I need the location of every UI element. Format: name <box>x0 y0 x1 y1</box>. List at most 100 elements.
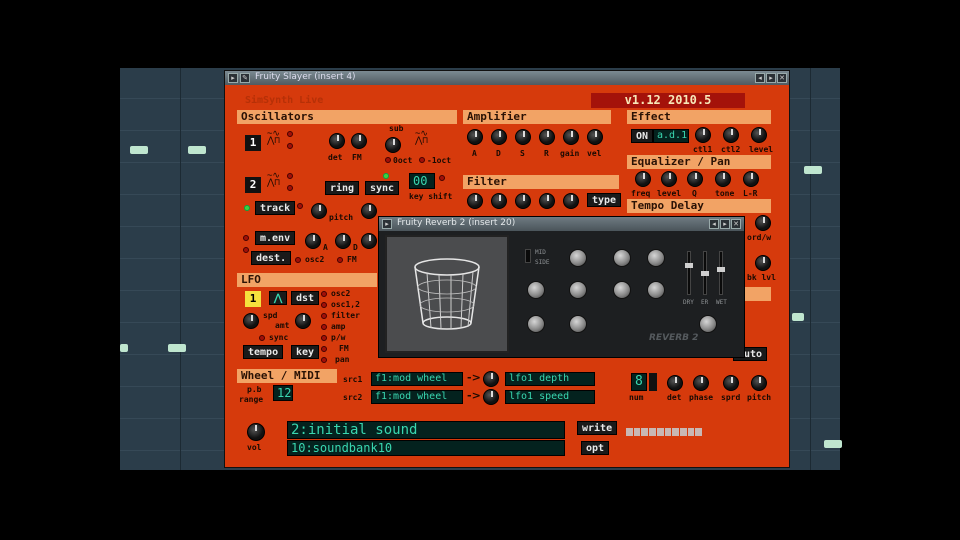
write-button[interactable]: write <box>577 421 618 435</box>
wet-slider[interactable] <box>719 251 723 295</box>
dry-slider-handle[interactable] <box>685 263 693 268</box>
menv-led[interactable] <box>243 235 249 241</box>
window-pin-icon[interactable]: ✎ <box>240 73 250 83</box>
reverb-knob[interactable] <box>527 315 545 333</box>
window-menu-icon[interactable]: ▸ <box>228 73 238 83</box>
menv-s-knob[interactable] <box>361 233 377 249</box>
filter-knob[interactable] <box>539 193 555 209</box>
sync-button[interactable]: sync <box>365 181 400 195</box>
reverb-next-icon[interactable]: ▸ <box>720 219 730 229</box>
sub-0oct-led[interactable] <box>385 157 391 163</box>
menv-led[interactable] <box>243 247 249 253</box>
lfo-key-button[interactable]: key <box>291 345 320 359</box>
note-block[interactable] <box>168 344 186 352</box>
window-titlebar[interactable]: ▸ ✎ Fruity Slayer (insert 4) ◂ ▸ ✕ <box>225 71 789 85</box>
amp-s-knob[interactable] <box>515 129 531 145</box>
lfo-dst-button[interactable]: dst <box>291 291 320 305</box>
lfo-spd-knob[interactable] <box>243 313 259 329</box>
ring-button[interactable]: ring <box>325 181 360 195</box>
lfo-target-led[interactable] <box>321 324 327 330</box>
dry-slider[interactable] <box>687 251 691 295</box>
lfo-tempo-button[interactable]: tempo <box>243 345 284 359</box>
osc2-number[interactable]: 2 <box>245 177 261 193</box>
opt-button[interactable]: opt <box>581 441 610 455</box>
filter-knob[interactable] <box>515 193 531 209</box>
dest-osc2-led[interactable] <box>295 257 301 263</box>
amp-gain-knob[interactable] <box>563 129 579 145</box>
reverb-output-knob[interactable] <box>699 315 717 333</box>
lfo-target-led[interactable] <box>321 291 327 297</box>
eq-pan-knob[interactable] <box>743 171 759 187</box>
unison-phase-knob[interactable] <box>693 375 709 391</box>
src2-select[interactable]: f1:mod wheel <box>371 390 463 404</box>
effect-type-select[interactable]: a.d.1 <box>653 129 689 143</box>
osc1-det-knob[interactable] <box>329 133 345 149</box>
er-slider-handle[interactable] <box>701 271 709 276</box>
reverb-prev-icon[interactable]: ◂ <box>709 219 719 229</box>
filter-type-button[interactable]: type <box>587 193 622 207</box>
osc2-led-b[interactable] <box>297 203 303 209</box>
mid-side-toggle[interactable] <box>525 249 531 263</box>
note-block[interactable] <box>792 313 804 321</box>
reverb-knob[interactable] <box>527 281 545 299</box>
dest-fm-led[interactable] <box>337 257 343 263</box>
reverb-knob[interactable] <box>613 281 631 299</box>
lfo-target-led[interactable] <box>321 335 327 341</box>
reverb-titlebar[interactable]: ▸ Fruity Reverb 2 (insert 20) ◂ ▸ ✕ <box>379 217 744 231</box>
key-shift-led[interactable] <box>383 173 389 179</box>
track-button[interactable]: track <box>255 201 296 215</box>
osc2-led[interactable] <box>287 173 293 179</box>
note-block[interactable] <box>804 166 822 174</box>
eq-tone-knob[interactable] <box>715 171 731 187</box>
menv-a-knob[interactable] <box>305 233 321 249</box>
effect-level-knob[interactable] <box>751 127 767 143</box>
track-led[interactable] <box>244 205 250 211</box>
reverb-knob[interactable] <box>569 249 587 267</box>
amp-r-knob[interactable] <box>539 129 555 145</box>
osc1-led[interactable] <box>287 143 293 149</box>
osc2-led[interactable] <box>287 185 293 191</box>
reverb-knob[interactable] <box>647 249 665 267</box>
unison-num-value[interactable]: 8 <box>631 373 647 391</box>
osc2-knob-b[interactable] <box>361 203 377 219</box>
lfo-amt-knob[interactable] <box>295 313 311 329</box>
unison-num-stepper[interactable] <box>649 373 657 391</box>
src2-target-select[interactable]: lfo1 speed <box>505 390 595 404</box>
note-block[interactable] <box>188 146 206 154</box>
reverb-close-icon[interactable]: ✕ <box>731 219 741 229</box>
osc2-pitch-knob[interactable] <box>311 203 327 219</box>
menv-d-knob[interactable] <box>335 233 351 249</box>
effect-ctl2-knob[interactable] <box>723 127 739 143</box>
unison-pitch-knob[interactable] <box>751 375 767 391</box>
unison-sprd-knob[interactable] <box>723 375 739 391</box>
dest-button[interactable]: dest. <box>251 251 292 265</box>
src1-select[interactable]: f1:mod wheel <box>371 372 463 386</box>
filter-knob[interactable] <box>491 193 507 209</box>
patch-name-display[interactable]: 2:initial sound <box>287 421 565 439</box>
key-shift-value[interactable]: 00 <box>409 173 435 189</box>
eq-q-knob[interactable] <box>687 171 703 187</box>
window-next-icon[interactable]: ▸ <box>766 73 776 83</box>
eq-level-knob[interactable] <box>661 171 677 187</box>
amp-a-knob[interactable] <box>467 129 483 145</box>
lfo-target-led[interactable] <box>321 346 327 352</box>
effect-on-button[interactable]: ON <box>631 129 654 143</box>
lfo-target-led[interactable] <box>321 302 327 308</box>
osc1-led[interactable] <box>287 131 293 137</box>
reverb-knob[interactable] <box>613 249 631 267</box>
osc1-number[interactable]: 1 <box>245 135 261 151</box>
lfo-target-led[interactable] <box>321 313 327 319</box>
sub-1oct-led[interactable] <box>419 157 425 163</box>
window-prev-icon[interactable]: ◂ <box>755 73 765 83</box>
lfo-sync-led[interactable] <box>259 335 265 341</box>
volume-knob[interactable] <box>247 423 265 441</box>
eq-freq-knob[interactable] <box>635 171 651 187</box>
sub-knob[interactable] <box>385 137 401 153</box>
unison-det-knob[interactable] <box>667 375 683 391</box>
lfo-number[interactable]: 1 <box>245 291 261 307</box>
soundbank-display[interactable]: 10:soundbank10 <box>287 440 565 456</box>
reverb-knob[interactable] <box>647 281 665 299</box>
src1-amount-knob[interactable] <box>483 371 499 387</box>
lfo-target-led[interactable] <box>321 357 327 363</box>
delay-feedback-knob[interactable] <box>755 255 771 271</box>
